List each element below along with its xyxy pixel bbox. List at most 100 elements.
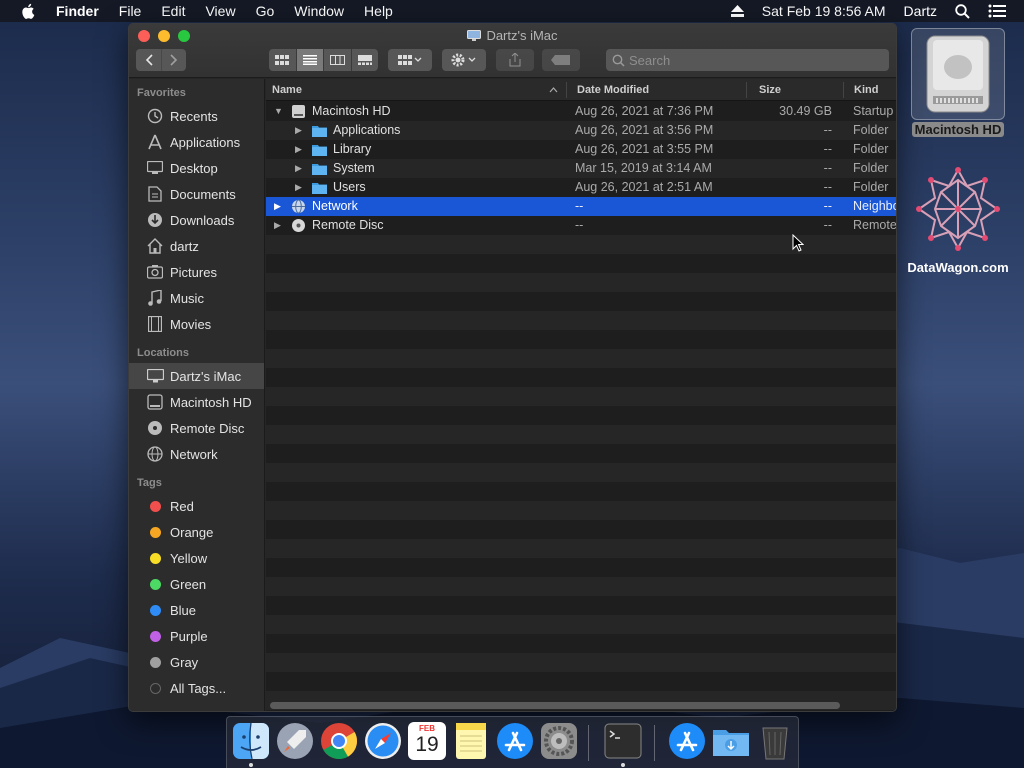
nav-buttons — [136, 49, 186, 71]
sidebar-item-macintosh-hd[interactable]: Macintosh HD — [129, 389, 264, 415]
table-row[interactable]: ▶ Users Aug 26, 2021 at 2:51 AM -- Folde… — [266, 178, 896, 197]
sidebar-item-remote-disc[interactable]: Remote Disc — [129, 415, 264, 441]
folder-icon — [312, 164, 327, 175]
downloads-folder-icon[interactable] — [712, 722, 750, 760]
row-kind: Startup — [853, 104, 894, 118]
trash-icon[interactable] — [756, 722, 794, 760]
icon-view-button[interactable] — [269, 49, 296, 71]
search-field[interactable] — [606, 49, 889, 71]
applications-icon — [146, 133, 164, 151]
apple-menu-icon[interactable] — [20, 2, 38, 20]
action-menu-button[interactable] — [442, 49, 486, 71]
calendar-icon[interactable]: FEB 19 — [408, 722, 446, 760]
eject-icon[interactable] — [730, 5, 744, 17]
disclosure-collapsed-icon[interactable]: ▶ — [274, 216, 281, 235]
sidebar-item-documents[interactable]: Documents — [129, 181, 264, 207]
sidebar-all-tags[interactable]: All Tags... — [129, 675, 264, 701]
system-preferences-icon[interactable] — [540, 722, 578, 760]
sidebar-item-applications[interactable]: Applications — [129, 129, 264, 155]
disc-icon — [146, 419, 164, 437]
list-view-button[interactable] — [295, 49, 323, 71]
group-by-button[interactable] — [388, 49, 432, 71]
hard-drive-icon — [146, 393, 164, 411]
sidebar-tag-blue[interactable]: Blue — [129, 597, 264, 623]
menu-finder[interactable]: Finder — [56, 3, 99, 19]
sidebar-item-music[interactable]: Music — [129, 285, 264, 311]
pictures-icon — [146, 263, 164, 281]
table-row-selected[interactable]: ▶ Network -- -- Neighbo — [266, 197, 896, 216]
table-row[interactable]: ▶ Library Aug 26, 2021 at 3:55 PM -- Fol… — [266, 140, 896, 159]
back-button[interactable] — [136, 49, 161, 71]
disclosure-collapsed-icon[interactable]: ▶ — [295, 121, 302, 140]
menu-edit[interactable]: Edit — [161, 3, 185, 19]
sidebar-item-home[interactable]: dartz — [129, 233, 264, 259]
column-view-button[interactable] — [323, 49, 351, 71]
notification-center-icon[interactable] — [988, 4, 1006, 18]
hard-drive-icon — [926, 35, 990, 113]
row-kind: Folder — [853, 142, 889, 156]
empty-row — [266, 387, 896, 406]
table-row[interactable]: ▶ System Mar 15, 2019 at 3:14 AM -- Fold… — [266, 159, 896, 178]
menu-go[interactable]: Go — [256, 3, 275, 19]
sort-chevron-icon[interactable] — [549, 87, 558, 93]
menu-window[interactable]: Window — [294, 3, 344, 19]
column-name[interactable]: Name — [272, 79, 302, 101]
row-date: Aug 26, 2021 at 3:55 PM — [575, 142, 714, 156]
disclosure-expanded-icon[interactable]: ▼ — [274, 102, 283, 121]
sidebar-item-recents[interactable]: Recents — [129, 103, 264, 129]
sidebar-tag-orange[interactable]: Orange — [129, 519, 264, 545]
column-size[interactable]: Size — [759, 79, 781, 101]
spotlight-icon[interactable] — [955, 3, 970, 19]
desktop-item-datawagon[interactable]: DataWagon.com — [903, 166, 1013, 275]
sidebar-item-movies[interactable]: Movies — [129, 311, 264, 337]
forward-button[interactable] — [161, 49, 186, 71]
menu-file[interactable]: File — [119, 3, 142, 19]
empty-row — [266, 311, 896, 330]
disclosure-collapsed-icon[interactable]: ▶ — [295, 178, 302, 197]
finder-dock-icon[interactable] — [232, 722, 270, 760]
sidebar-item-label: Music — [170, 290, 204, 306]
sidebar-item-desktop[interactable]: Desktop — [129, 155, 264, 181]
tag-button[interactable] — [542, 49, 580, 71]
gallery-view-button[interactable] — [350, 49, 379, 71]
disclosure-collapsed-icon[interactable]: ▶ — [295, 159, 302, 178]
menu-clock[interactable]: Sat Feb 19 8:56 AM — [762, 3, 886, 19]
menu-help[interactable]: Help — [364, 3, 393, 19]
notes-icon[interactable] — [452, 722, 490, 760]
folder-icon — [312, 145, 327, 156]
terminal-icon[interactable] — [604, 722, 642, 760]
sidebar-item-pictures[interactable]: Pictures — [129, 259, 264, 285]
safari-icon[interactable] — [364, 722, 402, 760]
menu-view[interactable]: View — [205, 3, 235, 19]
table-row[interactable]: ▶ Applications Aug 26, 2021 at 3:56 PM -… — [266, 121, 896, 140]
launchpad-icon[interactable] — [276, 722, 314, 760]
desktop-item-macintosh-hd[interactable]: Macintosh HD — [908, 28, 1008, 137]
sidebar-tag-yellow[interactable]: Yellow — [129, 545, 264, 571]
sidebar-item-network[interactable]: Network — [129, 441, 264, 467]
sidebar-tag-green[interactable]: Green — [129, 571, 264, 597]
share-button[interactable] — [496, 49, 534, 71]
sidebar-tag-red[interactable]: Red — [129, 493, 264, 519]
disclosure-collapsed-icon[interactable]: ▶ — [295, 140, 302, 159]
search-input[interactable] — [629, 52, 879, 68]
mouse-cursor-icon — [792, 234, 804, 252]
menu-user[interactable]: Dartz — [904, 3, 937, 19]
empty-row — [266, 539, 896, 558]
table-row[interactable]: ▼ Macintosh HD Aug 26, 2021 at 7:36 PM 3… — [266, 102, 896, 121]
sidebar-item-imac[interactable]: Dartz's iMac — [129, 363, 264, 389]
chrome-icon[interactable] — [320, 722, 358, 760]
sidebar-tag-purple[interactable]: Purple — [129, 623, 264, 649]
app-store-icon[interactable] — [496, 722, 534, 760]
column-kind[interactable]: Kind — [854, 79, 878, 101]
sidebar-item-downloads[interactable]: Downloads — [129, 207, 264, 233]
column-date[interactable]: Date Modified — [577, 79, 649, 101]
horizontal-scrollbar[interactable] — [270, 702, 840, 709]
finder-window: Dartz's iMac Favorites — [128, 23, 897, 712]
applications-folder-icon[interactable] — [668, 722, 706, 760]
sidebar-tag-gray[interactable]: Gray — [129, 649, 264, 675]
table-row[interactable]: ▶ Remote Disc -- -- Remote — [266, 216, 896, 235]
music-icon — [146, 289, 164, 307]
sidebar-item-label: dartz — [170, 238, 199, 254]
empty-row — [266, 349, 896, 368]
disclosure-collapsed-icon[interactable]: ▶ — [274, 197, 281, 216]
